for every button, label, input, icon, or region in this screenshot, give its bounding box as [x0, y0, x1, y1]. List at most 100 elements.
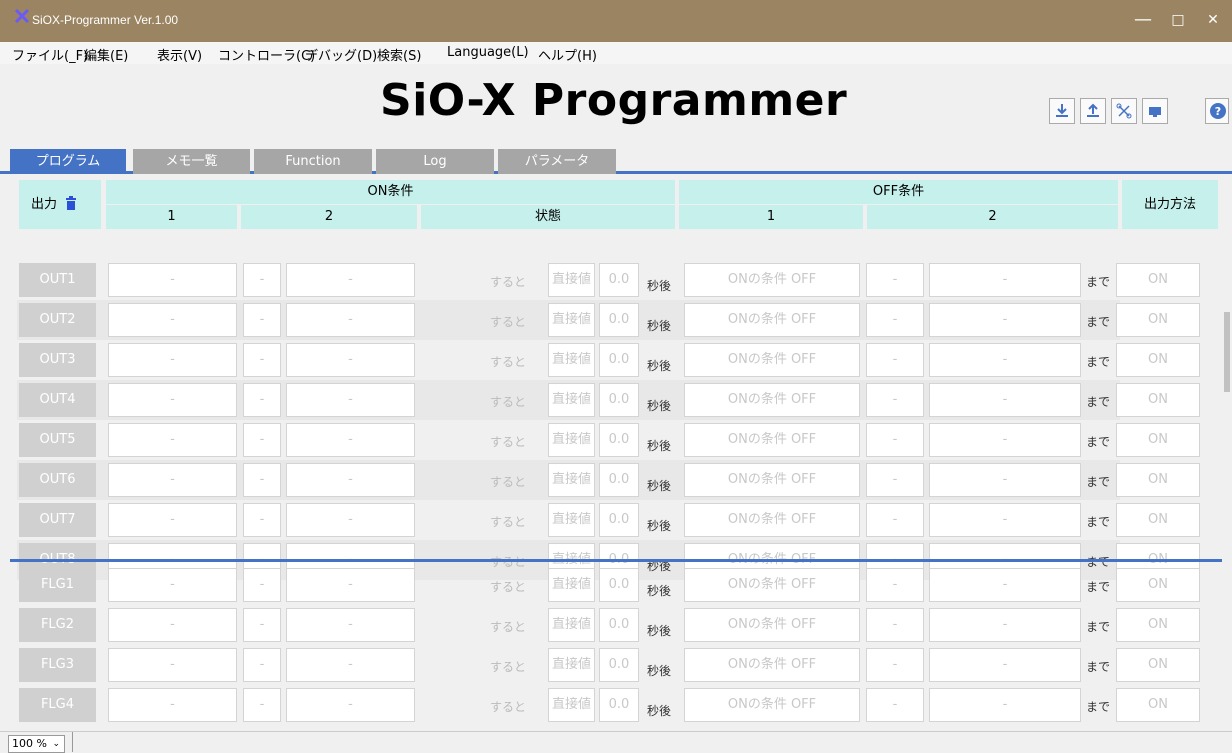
- on-cond2-field[interactable]: -: [286, 688, 415, 722]
- time-value-field[interactable]: 0.0: [599, 568, 639, 602]
- tab-program[interactable]: プログラム: [10, 149, 126, 174]
- direct-value-field[interactable]: 直接値: [548, 648, 595, 682]
- direct-value-field[interactable]: 直接値: [548, 503, 595, 537]
- on-cond2-field[interactable]: -: [286, 568, 415, 602]
- on-cond1-field[interactable]: -: [108, 648, 237, 682]
- off-cond2-field[interactable]: -: [929, 303, 1081, 337]
- output-method-field[interactable]: ON: [1116, 343, 1200, 377]
- direct-value-field[interactable]: 直接値: [548, 343, 595, 377]
- on-cond-off-field[interactable]: ONの条件 OFF: [684, 568, 860, 602]
- close-button[interactable]: ✕: [1190, 4, 1232, 36]
- output-method-field[interactable]: ON: [1116, 648, 1200, 682]
- on-cond2-field[interactable]: -: [286, 303, 415, 337]
- row-label-button[interactable]: OUT5: [19, 423, 96, 457]
- menu-debug[interactable]: デバッグ(D): [305, 45, 377, 64]
- on-cond-off-field[interactable]: ONの条件 OFF: [684, 423, 860, 457]
- tab-function[interactable]: Function: [254, 149, 372, 174]
- off-cond1-op-field[interactable]: -: [866, 423, 924, 457]
- off-cond2-field[interactable]: -: [929, 263, 1081, 297]
- on-cond1-field[interactable]: -: [108, 383, 237, 417]
- on-cond1-field[interactable]: -: [108, 343, 237, 377]
- on-cond-off-field[interactable]: ONの条件 OFF: [684, 688, 860, 722]
- row-label-button[interactable]: OUT4: [19, 383, 96, 417]
- time-value-field[interactable]: 0.0: [599, 263, 639, 297]
- time-value-field[interactable]: 0.0: [599, 608, 639, 642]
- row-label-button[interactable]: FLG4: [19, 688, 96, 722]
- row-label-button[interactable]: OUT1: [19, 263, 96, 297]
- time-value-field[interactable]: 0.0: [599, 463, 639, 497]
- output-method-field[interactable]: ON: [1116, 303, 1200, 337]
- time-value-field[interactable]: 0.0: [599, 383, 639, 417]
- off-cond2-field[interactable]: -: [929, 463, 1081, 497]
- output-method-field[interactable]: ON: [1116, 463, 1200, 497]
- on-cond2-op-field[interactable]: -: [243, 688, 281, 722]
- on-cond1-field[interactable]: -: [108, 463, 237, 497]
- on-cond1-field[interactable]: -: [108, 568, 237, 602]
- row-label-button[interactable]: OUT6: [19, 463, 96, 497]
- upload-button[interactable]: [1080, 98, 1106, 124]
- output-method-field[interactable]: ON: [1116, 263, 1200, 297]
- off-cond2-field[interactable]: -: [929, 343, 1081, 377]
- menu-language[interactable]: Language(L): [447, 45, 529, 60]
- on-cond2-op-field[interactable]: -: [243, 568, 281, 602]
- on-cond1-field[interactable]: -: [108, 263, 237, 297]
- on-cond-off-field[interactable]: ONの条件 OFF: [684, 303, 860, 337]
- on-cond2-op-field[interactable]: -: [243, 463, 281, 497]
- on-cond2-op-field[interactable]: -: [243, 648, 281, 682]
- tab-parameter[interactable]: パラメータ: [498, 149, 616, 174]
- row-label-button[interactable]: OUT2: [19, 303, 96, 337]
- off-cond1-op-field[interactable]: -: [866, 263, 924, 297]
- direct-value-field[interactable]: 直接値: [548, 423, 595, 457]
- on-cond-off-field[interactable]: ONの条件 OFF: [684, 648, 860, 682]
- off-cond1-op-field[interactable]: -: [866, 568, 924, 602]
- direct-value-field[interactable]: 直接値: [548, 303, 595, 337]
- menu-search[interactable]: 検索(S): [377, 45, 421, 64]
- on-cond2-op-field[interactable]: -: [243, 263, 281, 297]
- output-method-field[interactable]: ON: [1116, 423, 1200, 457]
- on-cond2-op-field[interactable]: -: [243, 423, 281, 457]
- on-cond2-field[interactable]: -: [286, 648, 415, 682]
- output-method-field[interactable]: ON: [1116, 608, 1200, 642]
- off-cond1-op-field[interactable]: -: [866, 383, 924, 417]
- off-cond1-op-field[interactable]: -: [866, 608, 924, 642]
- direct-value-field[interactable]: 直接値: [548, 463, 595, 497]
- on-cond-off-field[interactable]: ONの条件 OFF: [684, 263, 860, 297]
- row-label-button[interactable]: OUT3: [19, 343, 96, 377]
- on-cond2-op-field[interactable]: -: [243, 303, 281, 337]
- menu-controller[interactable]: コントローラ(C): [218, 45, 315, 64]
- time-value-field[interactable]: 0.0: [599, 343, 639, 377]
- off-cond1-op-field[interactable]: -: [866, 688, 924, 722]
- off-cond2-field[interactable]: -: [929, 383, 1081, 417]
- on-cond2-field[interactable]: -: [286, 423, 415, 457]
- on-cond2-field[interactable]: -: [286, 463, 415, 497]
- time-value-field[interactable]: 0.0: [599, 423, 639, 457]
- on-cond2-field[interactable]: -: [286, 503, 415, 537]
- direct-value-field[interactable]: 直接値: [548, 608, 595, 642]
- off-cond1-op-field[interactable]: -: [866, 648, 924, 682]
- direct-value-field[interactable]: 直接値: [548, 383, 595, 417]
- help-button[interactable]: ?: [1205, 98, 1229, 124]
- output-method-field[interactable]: ON: [1116, 503, 1200, 537]
- output-method-field[interactable]: ON: [1116, 568, 1200, 602]
- output-scrollbar[interactable]: [1222, 262, 1232, 554]
- off-cond1-op-field[interactable]: -: [866, 343, 924, 377]
- on-cond-off-field[interactable]: ONの条件 OFF: [684, 463, 860, 497]
- on-cond2-op-field[interactable]: -: [243, 503, 281, 537]
- off-cond1-op-field[interactable]: -: [866, 463, 924, 497]
- time-value-field[interactable]: 0.0: [599, 688, 639, 722]
- direct-value-field[interactable]: 直接値: [548, 688, 595, 722]
- on-cond2-op-field[interactable]: -: [243, 608, 281, 642]
- off-cond2-field[interactable]: -: [929, 608, 1081, 642]
- time-value-field[interactable]: 0.0: [599, 503, 639, 537]
- off-cond2-field[interactable]: -: [929, 423, 1081, 457]
- off-cond1-op-field[interactable]: -: [866, 303, 924, 337]
- off-cond2-field[interactable]: -: [929, 503, 1081, 537]
- zoom-select[interactable]: 100 % ⌄: [8, 735, 65, 753]
- on-cond-off-field[interactable]: ONの条件 OFF: [684, 343, 860, 377]
- row-label-button[interactable]: FLG1: [19, 568, 96, 602]
- off-cond2-field[interactable]: -: [929, 568, 1081, 602]
- output-method-field[interactable]: ON: [1116, 688, 1200, 722]
- on-cond1-field[interactable]: -: [108, 688, 237, 722]
- on-cond1-field[interactable]: -: [108, 608, 237, 642]
- on-cond-off-field[interactable]: ONの条件 OFF: [684, 503, 860, 537]
